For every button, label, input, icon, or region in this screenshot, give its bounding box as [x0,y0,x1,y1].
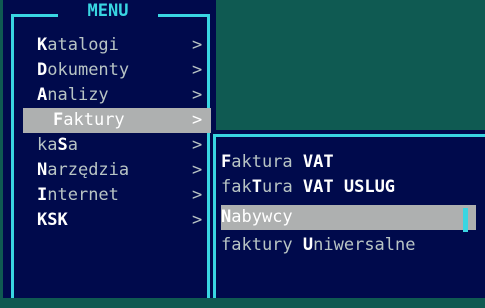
menu-item-dokumenty[interactable]: Dokumenty > [37,58,211,83]
submenu-item-nabywcy[interactable]: Nabywcy [221,205,476,230]
menu-item-internet[interactable]: Internet > [37,183,211,208]
menu-item-kasa[interactable]: kaSa > [37,133,211,158]
submenu-arrow-icon: > [192,110,203,130]
menu-item-ksk[interactable]: KSK > [37,208,211,233]
submenu-arrow-icon: > [192,210,203,230]
menu-title: MENU [58,0,158,25]
menu-item-narzedzia[interactable]: Narzędzia > [37,158,211,183]
submenu-arrow-icon: > [192,85,203,105]
faktury-submenu: Faktura VAT fakTura VAT USLUG Nabywcy fa… [212,130,485,298]
submenu-arrow-icon: > [192,185,203,205]
submenu-arrow-icon: > [192,135,203,155]
submenu-arrow-icon: > [192,160,203,180]
submenu-item-faktury-uniwersalne[interactable]: faktury Uniwersalne [221,233,485,258]
submenu-arrow-icon: > [192,35,203,55]
menu-item-analizy[interactable]: Analizy > [37,83,211,108]
text-cursor [463,208,468,232]
terminal-screen: MENU Katalogi > Dokumenty > Analizy > Fa… [0,0,485,298]
menu-item-faktury[interactable]: Faktury > [23,108,211,133]
submenu-item-faktura-vat[interactable]: Faktura VAT [221,150,485,175]
submenu-item-faktura-vat-uslug[interactable]: fakTura VAT USLUG [221,175,485,200]
menu-item-katalogi[interactable]: Katalogi > [37,33,211,58]
main-menu: MENU Katalogi > Dokumenty > Analizy > Fa… [3,0,216,298]
submenu-arrow-icon: > [192,60,203,80]
